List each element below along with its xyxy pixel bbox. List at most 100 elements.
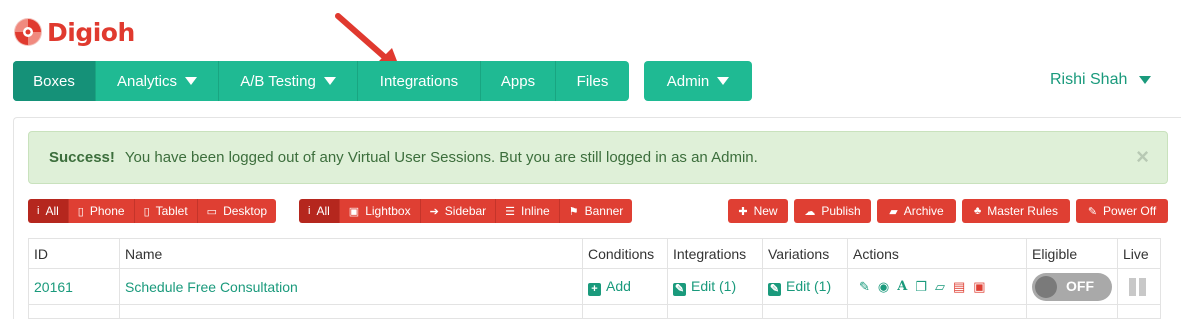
publish-button[interactable]: ☁ Publish [794,199,871,223]
master-rules-button[interactable]: ♣ Master Rules [962,199,1070,223]
filter-label: Inline [521,204,550,218]
sitemap-icon: ♣ [974,205,982,217]
type-filter-group: i All ▣ Lightbox ➔ Sidebar ☰ Inline ⚑ Banner [299,199,633,223]
nav-label: Files [576,72,609,90]
caret-down-icon [323,77,336,85]
caret-down-icon [1139,76,1152,84]
nav-label: Admin [666,72,710,90]
nav-analytics[interactable]: Analytics [96,61,219,101]
boxes-table: ID Name Conditions Integrations Variatio… [28,238,1161,319]
digioh-logo-icon [14,18,42,46]
filter-label: Desktop [223,204,268,218]
filter-label: Banner [584,204,624,218]
table-row: 20161 Schedule Free Consultation + Add ✎ E… [28,268,1161,305]
edit-icon[interactable]: ✎ [859,279,870,295]
image-file-icon[interactable]: ▣ [973,279,985,295]
cloud-upload-icon: ☁ [804,205,816,218]
power-icon: ✎ [1087,205,1098,218]
button-label: Publish [821,204,861,218]
archive-button[interactable]: ▰ Archive [877,199,956,223]
box-id-link[interactable]: 20161 [34,279,73,295]
nav-integrations[interactable]: Integrations [358,61,481,101]
tablet-icon: ▯ [143,205,150,218]
info-icon: i [308,205,311,217]
edit-square-icon: ✎ [768,282,781,296]
brand-logo[interactable]: Digioh [13,14,135,50]
caret-down-icon [717,77,730,85]
col-header-live: Live [1117,238,1161,269]
row-actions: ✎ ◉ A ❐ ▱ ▤ ▣ [853,279,1021,295]
filter-type-lightbox[interactable]: ▣ Lightbox [339,199,421,223]
inline-icon: ☰ [505,205,516,218]
col-header-name[interactable]: Name [119,238,583,269]
edit-square-icon: ✎ [673,282,686,296]
filter-label: All [316,204,330,218]
success-alert: Success! You have been logged out of any… [28,131,1168,184]
plus-icon: ✚ [738,205,748,218]
close-icon[interactable]: × [1136,146,1149,168]
filter-device-all[interactable]: i All [28,199,69,223]
sidebar-icon: ➔ [429,205,439,218]
integrations-edit-link[interactable]: ✎ Edit (1) [673,277,737,296]
nav-apps[interactable]: Apps [481,61,556,101]
filter-device-phone[interactable]: ▯ Phone [68,199,135,223]
box-name-link[interactable]: Schedule Free Consultation [125,279,298,295]
eligible-toggle[interactable]: OFF [1032,272,1112,301]
table-header-row: ID Name Conditions Integrations Variatio… [28,238,1161,269]
col-header-actions: Actions [847,238,1027,269]
filter-type-sidebar[interactable]: ➔ Sidebar [420,199,497,223]
lightbox-icon: ▣ [348,205,360,218]
user-name: Rishi Shah [1050,71,1128,88]
filter-type-banner[interactable]: ⚑ Banner [559,199,633,223]
toggle-label: OFF [1066,277,1094,294]
nav-label: Integrations [379,72,459,90]
caret-down-icon [185,77,198,85]
filter-device-tablet[interactable]: ▯ Tablet [134,199,198,223]
power-off-button[interactable]: ✎ Power Off [1076,199,1168,223]
conditions-add-link[interactable]: + Add [588,277,631,296]
col-header-conditions: Conditions [582,238,668,269]
nav-files[interactable]: Files [556,61,629,101]
folder-icon: ▰ [889,205,898,218]
nav-label: Analytics [116,72,178,90]
nav-label: Boxes [33,72,75,90]
filter-type-all[interactable]: i All [299,199,340,223]
nav-ab-testing[interactable]: A/B Testing [219,61,358,101]
desktop-icon: ▭ [206,205,218,218]
button-label: Archive [903,204,944,218]
filter-label: Tablet [155,204,188,218]
folder-open-icon[interactable]: ▱ [935,279,945,295]
toggle-knob [1035,275,1057,298]
variations-edit-link[interactable]: ✎ Edit (1) [768,277,832,296]
button-label: Master Rules [987,204,1058,218]
new-button[interactable]: ✚ New [728,199,788,223]
preview-eye-icon[interactable]: ◉ [878,279,889,295]
nav-admin[interactable]: Admin [644,61,752,101]
filter-type-inline[interactable]: ☰ Inline [496,199,560,223]
col-header-id[interactable]: ID [28,238,120,269]
flag-icon: ⚑ [568,205,579,218]
nav-boxes[interactable]: Boxes [13,61,96,101]
main-nav: Boxes Analytics A/B Testing Integrations… [13,61,629,101]
filter-device-desktop[interactable]: ▭ Desktop [197,199,277,223]
table-row [28,304,1161,319]
col-header-variations: Variations [762,238,848,269]
user-menu[interactable]: Rishi Shah [1050,71,1152,89]
info-icon: i [37,205,40,217]
link-label: Edit (1) [691,277,737,294]
alert-message: You have been logged out of any Virtual … [124,149,758,166]
link-label: Add [606,277,631,294]
phone-icon: ▯ [77,205,84,218]
nav-label: Apps [500,72,536,90]
pdf-file-icon[interactable]: ▤ [953,279,965,295]
link-label: Edit (1) [786,277,832,294]
button-label: Power Off [1103,204,1157,218]
pause-icon[interactable] [1129,277,1155,296]
nav-label: A/B Testing [240,72,316,90]
font-icon[interactable]: A [897,279,907,294]
filter-label: Phone [89,204,125,218]
plus-square-icon: + [588,282,601,296]
alert-title: Success! [49,149,115,166]
copy-icon[interactable]: ❐ [915,279,927,295]
filter-label: All [45,204,59,218]
